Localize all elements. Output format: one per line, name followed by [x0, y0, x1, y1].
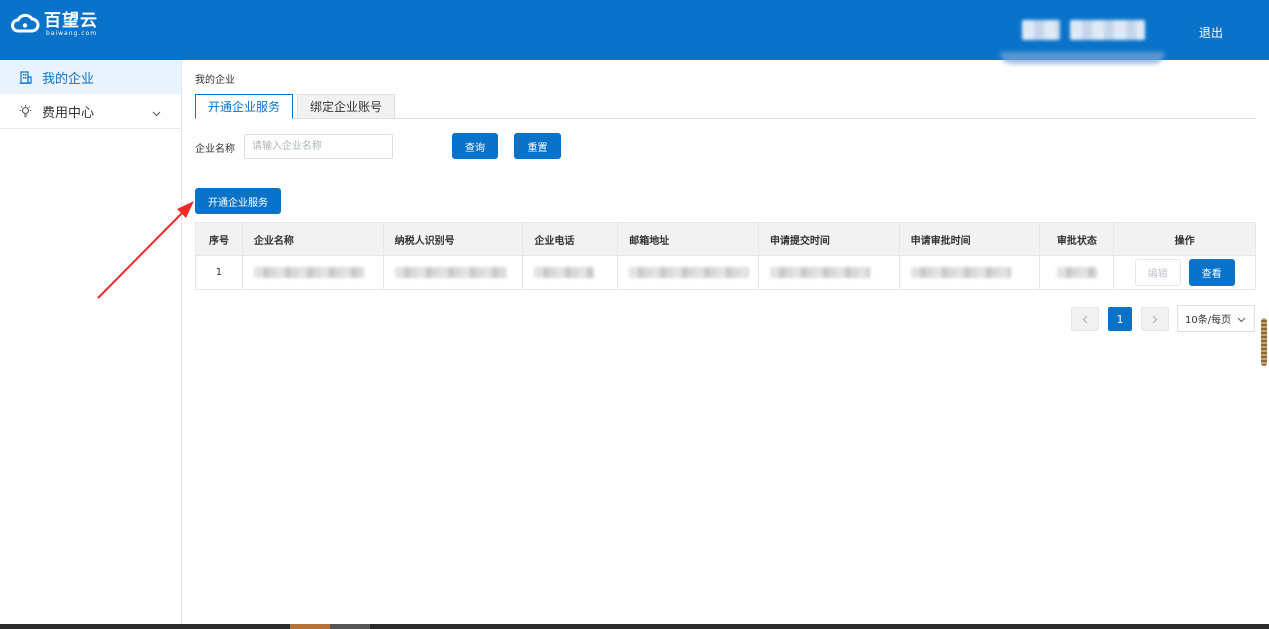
query-button[interactable]: 查询	[452, 133, 498, 159]
page-size-value: 10条/每页	[1185, 315, 1232, 326]
header-redaction	[1000, 52, 1165, 64]
sidebar: 我的企业 费用中心	[0, 60, 182, 624]
col-email: 邮箱地址	[618, 223, 759, 255]
submit-time-cell	[759, 256, 900, 289]
sidebar-item-label: 费用中心	[42, 105, 95, 121]
filter-label: 企业名称	[195, 144, 235, 155]
pagination-page-current[interactable]: 1	[1108, 307, 1132, 331]
taskbar-segment	[290, 624, 330, 629]
enterprise-table: 序号 企业名称 纳税人识别号 企业电话 邮箱地址 申请提交时间 申请审批时间 审…	[195, 222, 1256, 290]
page-size-select[interactable]: 10条/每页	[1177, 305, 1255, 332]
sidebar-item-fee-center[interactable]: 费用中心	[0, 94, 181, 128]
col-status: 审批状态	[1040, 223, 1115, 255]
user-account-blurred	[1070, 20, 1145, 40]
reset-button[interactable]: 重置	[514, 133, 561, 159]
logout-link[interactable]: 退出	[1199, 24, 1223, 41]
col-tax-id: 纳税人识别号	[384, 223, 524, 255]
open-service-button[interactable]: 开通企业服务	[195, 188, 281, 214]
col-index: 序号	[196, 223, 243, 255]
enterprise-name-input[interactable]	[244, 134, 393, 159]
logo[interactable]: 百望云 baiwang.com	[10, 12, 98, 37]
sidebar-item-my-enterprise[interactable]: 我的企业	[0, 60, 181, 94]
bottom-taskbar-strip	[0, 624, 1269, 629]
scroll-handle[interactable]	[1261, 318, 1267, 366]
sidebar-divider	[0, 128, 181, 129]
phone-cell	[523, 256, 619, 289]
building-icon	[18, 70, 32, 84]
approve-time-cell	[900, 256, 1041, 289]
chevron-right-icon	[1152, 315, 1158, 323]
sidebar-item-label: 我的企业	[42, 71, 95, 87]
status-cell	[1040, 256, 1115, 289]
logo-text: 百望云 baiwang.com	[44, 12, 98, 37]
edit-button[interactable]: 编辑	[1134, 259, 1181, 286]
tab-open-service[interactable]: 开通企业服务	[195, 94, 293, 119]
redacted-submit-time	[769, 267, 870, 278]
table-header: 序号 企业名称 纳税人识别号 企业电话 邮箱地址 申请提交时间 申请审批时间 审…	[196, 223, 1255, 256]
red-arrow-annotation	[97, 201, 194, 299]
tax-id-cell	[384, 256, 524, 289]
top-header: 百望云 baiwang.com 退出	[0, 0, 1269, 64]
user-name-blurred	[1022, 20, 1060, 40]
col-approve-time: 申请审批时间	[900, 223, 1041, 255]
redacted-phone	[534, 267, 595, 278]
logo-subtitle: baiwang.com	[46, 30, 98, 37]
chevron-down-icon	[1237, 315, 1246, 326]
pagination-prev-button[interactable]	[1071, 307, 1099, 331]
redacted-email	[629, 267, 750, 278]
lightbulb-icon	[18, 104, 32, 118]
redacted-approve-time	[910, 267, 1011, 278]
email-cell	[618, 256, 759, 289]
chevron-left-icon	[1082, 315, 1088, 323]
taskbar-segment	[330, 624, 370, 629]
tab-bind-account[interactable]: 绑定企业账号	[297, 94, 395, 119]
chevron-down-icon	[152, 106, 161, 121]
table-row: 1 编辑 查看	[196, 256, 1255, 289]
col-phone: 企业电话	[523, 223, 619, 255]
redacted-status	[1056, 267, 1097, 278]
logo-title: 百望云	[44, 11, 98, 31]
actions-cell: 编辑 查看	[1114, 256, 1255, 289]
cloud-logo-icon	[11, 13, 40, 33]
redacted-tax-id	[394, 267, 507, 278]
name-cell	[243, 256, 384, 289]
col-submit-time: 申请提交时间	[759, 223, 900, 255]
redacted-enterprise-name	[253, 267, 364, 278]
col-name: 企业名称	[243, 223, 384, 255]
col-actions: 操作	[1174, 235, 1195, 247]
breadcrumb: 我的企业	[195, 75, 235, 86]
view-button[interactable]: 查看	[1188, 259, 1235, 286]
pagination-next-button[interactable]	[1141, 307, 1169, 331]
row-index: 1	[196, 256, 243, 289]
